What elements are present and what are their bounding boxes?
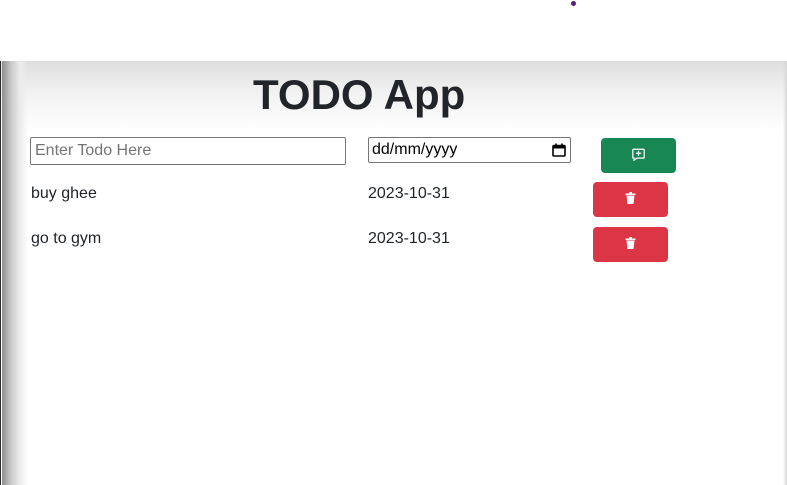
screen: TODO App dd/mm/yyyy buy ghee 2023-10-31 [0, 0, 787, 485]
todo-item-name: go to gym [31, 230, 102, 247]
todo-item-date: 2023-10-31 [368, 230, 450, 247]
trash-icon [625, 192, 636, 207]
todo-item-date: 2023-10-31 [368, 185, 450, 202]
window-shadow-right [783, 61, 787, 485]
add-todo-button[interactable] [601, 138, 676, 173]
date-input-placeholder: dd/mm/yyyy [372, 141, 458, 158]
todo-date-input[interactable]: dd/mm/yyyy [368, 137, 571, 163]
window-shadow-left [2, 61, 28, 485]
app-window [0, 61, 787, 485]
delete-todo-button[interactable] [593, 227, 668, 262]
trash-icon [625, 237, 636, 252]
add-comment-icon [632, 148, 645, 164]
todo-item-name: buy ghee [31, 185, 97, 202]
cursor-dot [571, 1, 576, 6]
calendar-icon[interactable] [552, 143, 566, 157]
todo-name-input[interactable] [30, 137, 346, 165]
delete-todo-button[interactable] [593, 182, 668, 217]
page-title: TODO App [253, 71, 466, 118]
